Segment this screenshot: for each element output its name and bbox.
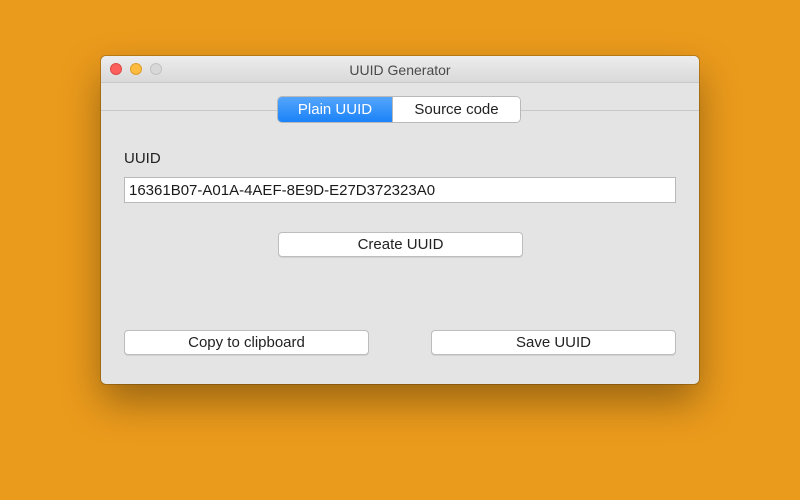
app-window: UUID Generator Plain UUID Source code UU… [101, 56, 699, 384]
view-segmented-control: Plain UUID Source code [278, 97, 520, 122]
save-uuid-button[interactable]: Save UUID [431, 330, 676, 355]
copy-to-clipboard-button[interactable]: Copy to clipboard [124, 330, 369, 355]
tab-plain-uuid[interactable]: Plain UUID [278, 97, 392, 122]
create-uuid-button[interactable]: Create UUID [278, 232, 523, 257]
uuid-label: UUID [124, 150, 161, 167]
uuid-field[interactable] [124, 177, 676, 203]
title-bar[interactable]: UUID Generator [101, 56, 699, 83]
window-title: UUID Generator [349, 62, 451, 78]
tab-source-code[interactable]: Source code [392, 97, 520, 122]
